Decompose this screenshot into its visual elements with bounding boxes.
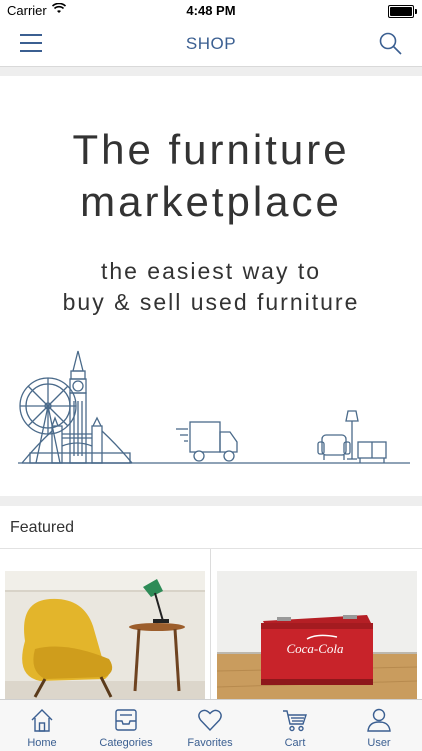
search-icon[interactable] — [378, 31, 404, 57]
tab-cart[interactable]: Cart — [253, 700, 337, 751]
heart-icon — [198, 709, 222, 732]
tower-bridge-icon — [21, 416, 133, 464]
ferris-wheel-icon — [19, 377, 77, 464]
tab-favorites-label: Favorites — [187, 737, 233, 749]
hero-banner[interactable]: The furniture marketplace the easiest wa… — [0, 76, 422, 496]
featured-section-header: Featured — [0, 506, 422, 549]
battery-icon — [388, 5, 417, 18]
grid-divider — [210, 549, 211, 699]
tab-user[interactable]: User — [337, 700, 421, 751]
page-title: SHOP — [185, 34, 237, 53]
coca-cola-logo: Coca-Cola — [286, 641, 344, 656]
home-icon — [31, 709, 53, 732]
yellow-armchair-photo — [5, 571, 205, 699]
featured-grid: Coca-Cola — [0, 549, 422, 699]
tab-bar: Home Categories Favorites Cart User — [0, 699, 422, 751]
sideboard-icon — [357, 441, 387, 463]
user-icon — [367, 708, 391, 732]
tab-categories-label: Categories — [99, 737, 153, 749]
featured-item-cooler[interactable]: Coca-Cola — [217, 571, 417, 699]
nav-bar: SHOP — [0, 22, 422, 67]
hero-subtitle-line2: buy & sell used furniture — [62, 289, 360, 315]
big-ben-icon — [69, 350, 87, 464]
hero-title-line2: marketplace — [80, 178, 342, 225]
tray-icon — [115, 709, 137, 731]
london-skyline-illustration — [18, 350, 410, 464]
tab-home[interactable]: Home — [0, 700, 84, 751]
featured-heading: Featured — [10, 519, 75, 536]
tab-home-label: Home — [27, 737, 57, 749]
floor-lamp-icon — [345, 410, 359, 460]
status-bar: Carrier 4:48 PM — [0, 0, 422, 22]
section-spacer — [0, 496, 422, 506]
featured-item-armchair[interactable] — [5, 571, 205, 699]
delivery-truck-icon — [176, 421, 238, 462]
hero-title-line1: The furniture — [72, 126, 350, 173]
hero-subtitle-line1: the easiest way to — [100, 258, 322, 284]
section-spacer — [0, 67, 422, 76]
tab-categories[interactable]: Categories — [84, 700, 168, 751]
armchair-icon — [317, 434, 351, 460]
red-cooler-photo: Coca-Cola — [217, 571, 417, 699]
cart-icon — [283, 710, 307, 732]
tab-user-label: User — [367, 737, 391, 749]
tab-cart-label: Cart — [284, 737, 306, 749]
clock: 4:48 PM — [186, 3, 236, 18]
tab-favorites[interactable]: Favorites — [168, 700, 252, 751]
